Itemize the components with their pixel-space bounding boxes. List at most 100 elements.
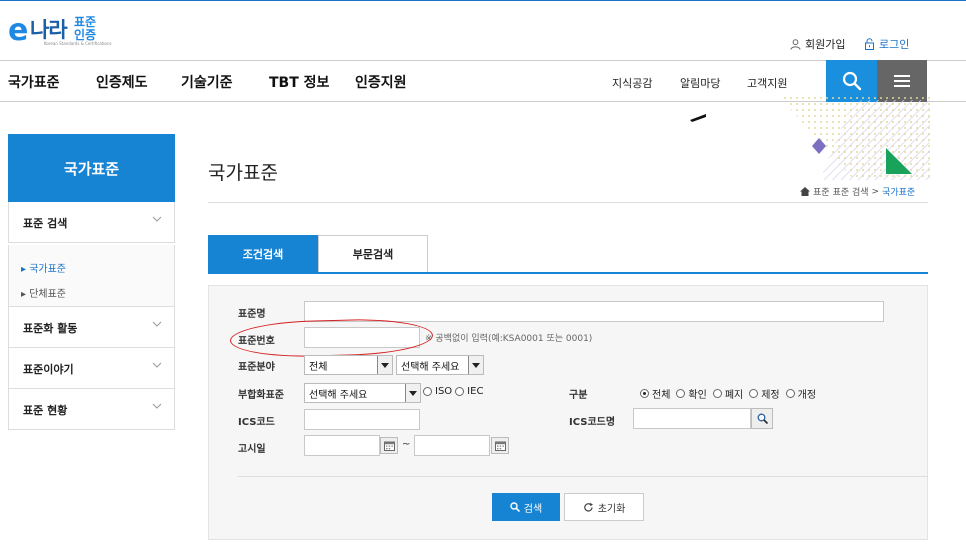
radio-confirm[interactable]: [676, 389, 686, 398]
date-from-input[interactable]: [304, 435, 380, 456]
radio-iso[interactable]: [423, 387, 432, 396]
radio-all[interactable]: [640, 389, 649, 398]
nav-notice[interactable]: 알림마당: [680, 75, 720, 91]
radio-iec[interactable]: [455, 387, 465, 396]
hamburger-icon: [894, 75, 910, 87]
notice-date-label: 고시일: [238, 444, 266, 455]
nav-certification[interactable]: 인증제도: [96, 72, 148, 92]
user-icon: [790, 38, 801, 50]
ics-search-button[interactable]: [751, 408, 773, 429]
tab-underline: [208, 272, 928, 274]
type-label: 구분: [569, 390, 588, 401]
site-logo[interactable]: e 나라 표준 인증 Korean Standards & Certificat…: [8, 12, 118, 48]
standard-field-label: 표준분야: [238, 362, 275, 373]
search-icon: [510, 502, 520, 512]
chevron-down-icon: [152, 403, 162, 409]
magnifier-icon: [757, 413, 768, 424]
radio-label: 제정: [761, 390, 780, 401]
chevron-down-icon: [152, 321, 162, 327]
breadcrumb-item[interactable]: 표준 검색: [833, 185, 869, 198]
conform-standard-label: 부합화표준: [238, 390, 284, 401]
select-value: 선택해 주세요: [309, 389, 368, 401]
chevron-down-icon: [152, 362, 162, 368]
radio-abolish[interactable]: [712, 389, 722, 398]
home-icon[interactable]: [800, 187, 810, 196]
breadcrumb: 표준 표준 검색 > 국가표준: [800, 185, 915, 198]
standard-name-label: 표준명: [238, 309, 266, 320]
login-label: 로그인: [879, 38, 910, 51]
dropdown-arrow-icon: [377, 356, 392, 374]
join-link[interactable]: 회원가입: [790, 36, 845, 52]
standard-number-hint: ※ 공백없이 입력(예:KSA0001 또는 0001): [425, 334, 593, 344]
join-label: 회원가입: [805, 38, 846, 51]
decoration-dash: [690, 114, 706, 122]
sidebar-item-label: 표준 현황: [23, 404, 68, 417]
select-value: 전체: [309, 361, 328, 373]
tab-condition-search[interactable]: 조건검색: [208, 235, 318, 272]
standard-field-select[interactable]: 전체: [304, 355, 393, 375]
nav-customer[interactable]: 고객지원: [747, 75, 787, 91]
calendar-icon[interactable]: [491, 437, 509, 454]
nav-national-standard[interactable]: 국가표준: [8, 72, 60, 92]
sidebar-item-stories[interactable]: 표준이야기: [8, 348, 175, 389]
decoration-diamond: [812, 138, 826, 154]
logo-nara: 나라: [30, 18, 68, 42]
type-radio-group: 전체 확인 폐지 제정 개정: [640, 386, 816, 401]
radio-revise[interactable]: [785, 389, 795, 398]
radio-enact[interactable]: [749, 389, 759, 398]
sidebar-item-status[interactable]: 표준 현황: [8, 389, 175, 430]
sidebar-item-standardization[interactable]: 표준화 활동: [8, 307, 175, 348]
ics-code-label: ICS코드: [238, 417, 275, 428]
nav-knowledge[interactable]: 지식공감: [612, 75, 652, 91]
lock-icon: [865, 38, 874, 50]
reset-button-label: 초기화: [597, 503, 626, 515]
logo-subtitle: Korean Standards & Certifications: [44, 41, 112, 46]
top-accent-line: [0, 0, 966, 1]
nav-tbt-info[interactable]: TBT 정보: [269, 72, 329, 92]
sidebar-subitem-group[interactable]: ▸ 단체표준: [21, 285, 66, 300]
radio-label: IEC: [467, 386, 484, 397]
search-button-label: 검색: [523, 503, 543, 515]
login-link[interactable]: 로그인: [864, 36, 909, 52]
logo-injeung: 인증: [74, 28, 97, 42]
nav-tech-standard[interactable]: 기술기준: [181, 72, 233, 92]
dropdown-arrow-icon: [405, 384, 420, 402]
page-title: 국가표준: [208, 162, 278, 184]
refresh-icon: [583, 502, 593, 512]
radio-label: 개정: [797, 390, 817, 401]
calendar-icon[interactable]: [380, 437, 398, 454]
conform-radio-group: ISO IEC: [423, 386, 483, 397]
ics-code-name-input[interactable]: [633, 408, 751, 429]
search-button[interactable]: 검색: [492, 493, 560, 521]
decoration-triangle: [886, 148, 912, 174]
sidebar-submenu: ▸ 국가표준 ▸ 단체표준: [8, 245, 175, 307]
chevron-down-icon: [152, 216, 162, 222]
breadcrumb-separator: >: [871, 186, 880, 197]
sidebar-subitem-national[interactable]: ▸ 국가표준: [21, 260, 66, 275]
standard-name-input[interactable]: [304, 301, 884, 322]
reset-button[interactable]: 초기화: [564, 493, 644, 521]
select-value: 선택해 주세요: [401, 361, 460, 373]
search-icon: [842, 71, 861, 91]
breadcrumb-item[interactable]: 표준: [813, 185, 830, 198]
dropdown-arrow-icon: [468, 356, 483, 374]
tab-category-search[interactable]: 부문검색: [318, 235, 428, 272]
date-to-input[interactable]: [414, 435, 490, 456]
sidebar-item-label: 표준이야기: [23, 363, 74, 376]
date-range-tilde: ~: [402, 439, 411, 450]
ics-code-name-label: ICS코드명: [569, 417, 616, 428]
ics-code-input[interactable]: [304, 409, 420, 430]
sidebar-item-standard-search[interactable]: 표준 검색: [8, 202, 175, 243]
conform-standard-select[interactable]: 선택해 주세요: [304, 383, 421, 403]
radio-label: ISO: [435, 386, 453, 397]
radio-label: 폐지: [724, 390, 744, 401]
sidebar-title: 국가표준: [8, 134, 175, 202]
sidebar-item-label: 표준 검색: [23, 217, 68, 230]
logo-e: e: [8, 13, 29, 48]
standard-subfield-select[interactable]: 선택해 주세요: [396, 355, 484, 375]
title-divider: [208, 202, 928, 203]
nav-cert-support[interactable]: 인증지원: [355, 72, 407, 92]
logo-pyojun: 표준: [74, 15, 97, 29]
breadcrumb-current: 국가표준: [882, 188, 916, 198]
radio-label: 전체: [652, 390, 671, 401]
